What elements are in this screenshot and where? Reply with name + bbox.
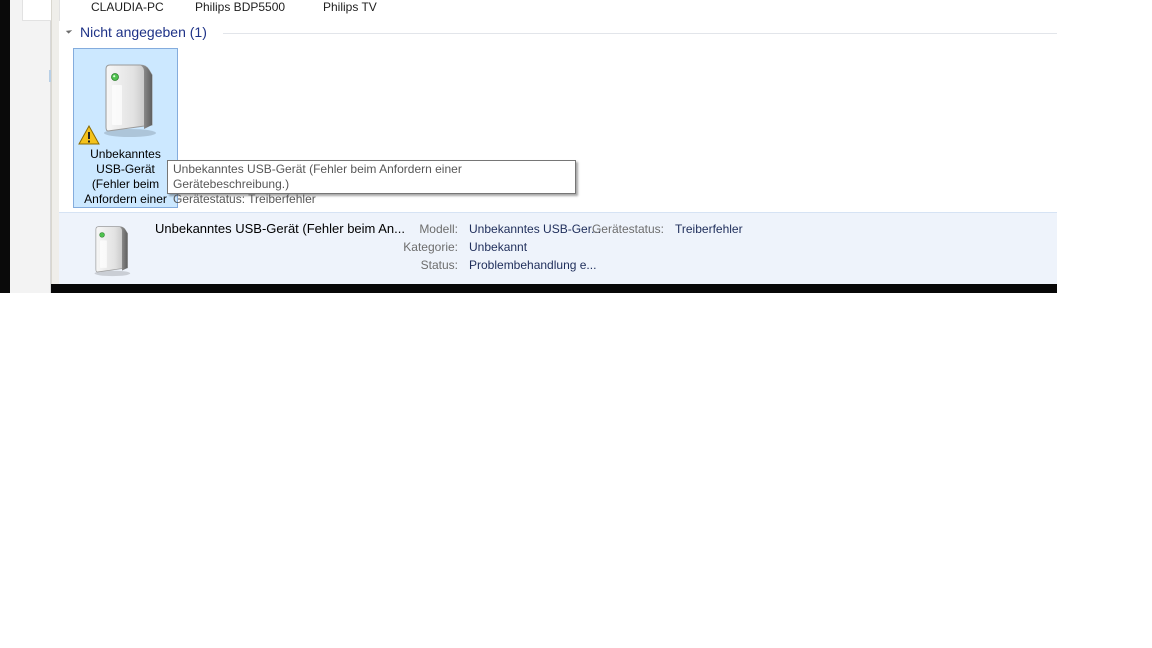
device-item-claudia-pc[interactable]: CLAUDIA-PC	[91, 0, 164, 14]
details-model-label: Modell:	[419, 222, 458, 236]
window-bottom-border	[51, 284, 1057, 293]
group-divider	[223, 33, 1057, 34]
group-header-nicht-angegeben[interactable]: Nicht angegeben (1)	[65, 24, 1057, 42]
group-title: Nicht angegeben (1)	[80, 24, 207, 40]
tooltip-line-description: Unbekanntes USB-Gerät (Fehler beim Anfor…	[173, 162, 462, 191]
collapse-arrow-icon[interactable]	[65, 27, 73, 34]
details-device-name: Unbekanntes USB-Gerät (Fehler beim An...	[155, 221, 406, 236]
details-status-label: Status:	[420, 258, 458, 272]
details-category-value: Unbekannt	[469, 240, 528, 254]
device-item-philips-tv[interactable]: Philips TV	[323, 0, 377, 14]
device-tile-label: Unbekanntes USB-Gerät (Fehler beim Anfor…	[84, 147, 167, 206]
device-tower-icon	[104, 64, 156, 137]
details-status-value[interactable]: Problembehandlung e...	[469, 258, 596, 272]
details-pane: Unbekanntes USB-Gerät (Fehler beim An...…	[59, 212, 1057, 284]
device-tile-unknown-usb[interactable]: Unbekanntes USB-Gerät (Fehler beim Anfor…	[73, 48, 178, 208]
left-screen-edge	[0, 0, 10, 293]
details-category-label: Kategorie:	[403, 240, 458, 254]
tooltip-line-status: Gerätestatus: Treiberfehler	[173, 192, 316, 206]
background-window	[10, 0, 60, 293]
device-item-philips-bdp5500[interactable]: Philips BDP5500	[195, 0, 285, 14]
window-left-border	[51, 0, 59, 285]
warning-icon	[78, 125, 100, 145]
device-tower-icon	[94, 226, 131, 277]
device-tooltip: Unbekanntes USB-Gerät (Fehler beim Anfor…	[167, 160, 576, 206]
details-devicestatus-label: Gerätestatus:	[591, 222, 664, 236]
details-devicestatus-value: Treiberfehler	[675, 222, 743, 236]
details-model-value: Unbekanntes USB-Ger...	[469, 222, 602, 236]
